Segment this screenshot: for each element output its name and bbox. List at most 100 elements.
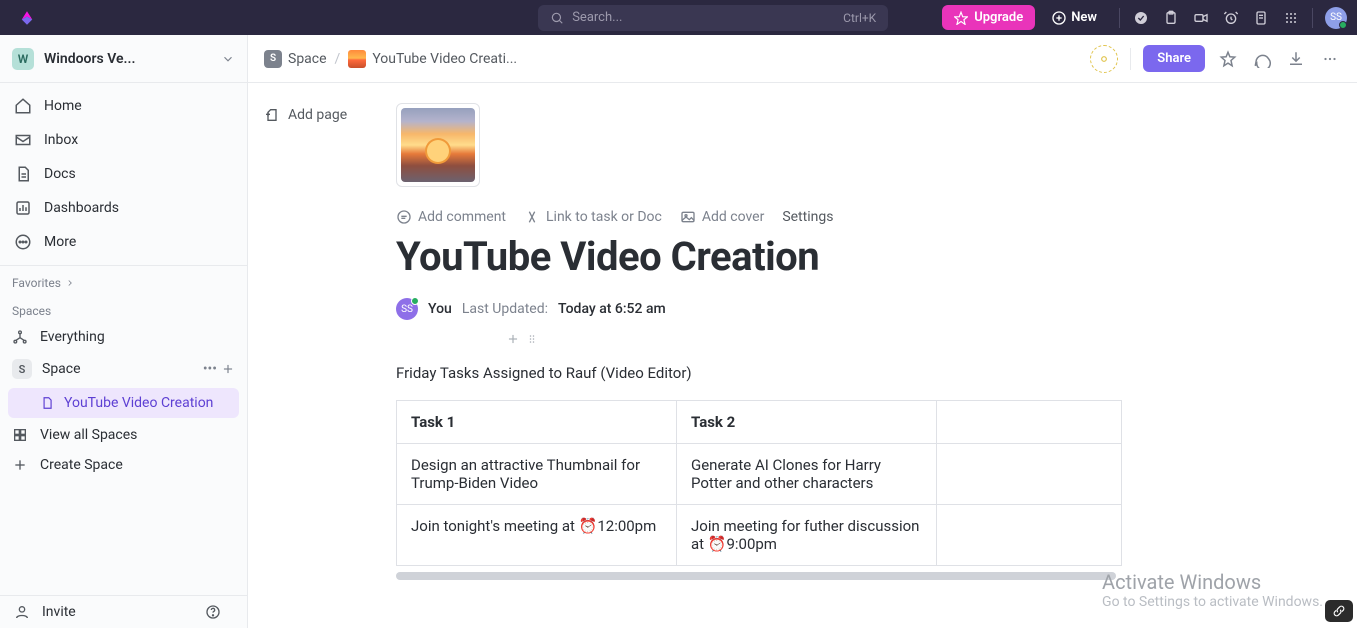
search-icon [550, 11, 564, 25]
nav-inbox[interactable]: Inbox [0, 123, 247, 157]
add-comment-button[interactable]: Add comment [396, 209, 506, 225]
sidebar-item-label: Create Space [40, 457, 235, 473]
table-cell[interactable]: Join meeting for futher discussion at ⏰9… [677, 505, 937, 566]
more-dots-icon[interactable] [1319, 50, 1341, 68]
action-label: Link to task or Doc [546, 209, 662, 225]
nav-home[interactable]: Home [0, 89, 247, 123]
addpage-icon [264, 107, 280, 123]
divider [1312, 8, 1313, 28]
sidebar-item-create-space[interactable]: Create Space [0, 450, 247, 480]
add-block-icon[interactable] [506, 332, 520, 346]
search-shortcut: Ctrl+K [843, 11, 876, 25]
comment-icon[interactable] [1251, 50, 1273, 68]
space-badge: S [264, 50, 282, 68]
drag-handle-icon[interactable] [526, 332, 538, 346]
sidebar-item-space[interactable]: S Space ••• [0, 352, 247, 386]
image-icon [680, 209, 696, 225]
upgrade-label: Upgrade [974, 10, 1023, 25]
breadcrumb-sep: / [335, 51, 341, 67]
nav-dashboards[interactable]: Dashboards [0, 191, 247, 225]
plus-icon [12, 457, 28, 473]
watermark-sub: Go to Settings to activate Windows. [1102, 594, 1323, 610]
divider [1119, 8, 1120, 28]
workspace-badge: W [12, 48, 34, 70]
chevron-down-icon [221, 52, 235, 66]
doc-icon [40, 396, 54, 410]
search-placeholder: Search... [572, 10, 622, 25]
apps-grid-icon[interactable] [1276, 3, 1306, 33]
table-header[interactable]: Task 1 [397, 401, 677, 444]
sidebar-item-view-all-spaces[interactable]: View all Spaces [0, 420, 247, 450]
notepad-icon[interactable] [1246, 3, 1276, 33]
add-cover-button[interactable]: Add cover [680, 209, 764, 225]
user-avatar[interactable]: SS [1325, 7, 1347, 29]
sidebar-item-label: YouTube Video Creation [64, 395, 213, 411]
section-text: Spaces [12, 304, 51, 318]
new-button[interactable]: New [1045, 5, 1103, 31]
table-cell[interactable]: Generate AI Clones for Harry Potter and … [677, 444, 937, 505]
main: S Space / YouTube Video Creati... Share … [248, 35, 1357, 628]
sidebar-item-everything[interactable]: Everything [0, 322, 247, 352]
check-circle-icon[interactable] [1126, 3, 1156, 33]
more-dots-icon[interactable]: ••• [203, 361, 217, 377]
table-cell[interactable]: Join tonight's meeting at ⏰12:00pm [397, 505, 677, 566]
table-cell[interactable] [937, 505, 1122, 566]
horizontal-scrollbar[interactable] [396, 572, 1116, 580]
breadcrumb-doc[interactable]: YouTube Video Creati... [372, 51, 517, 67]
nav-docs[interactable]: Docs [0, 157, 247, 191]
app-logo[interactable] [18, 9, 36, 27]
download-icon[interactable] [1285, 50, 1307, 68]
sidebar-item-label: Everything [40, 329, 235, 345]
grid-icon [12, 427, 28, 443]
breadcrumb-space[interactable]: Space [288, 51, 327, 67]
video-icon[interactable] [1186, 3, 1216, 33]
doc-byline: SS You Last Updated: Today at 6:52 am [396, 298, 1357, 320]
action-label: Settings [782, 209, 833, 225]
share-button[interactable]: Share [1143, 45, 1205, 72]
paragraph-block[interactable]: Friday Tasks Assigned to Rauf (Video Edi… [396, 364, 1357, 382]
last-updated-value: Today at 6:52 am [558, 301, 666, 317]
star-icon[interactable] [1217, 50, 1239, 68]
comment-icon [396, 209, 412, 225]
doc-title[interactable]: YouTube Video Creation [396, 233, 1357, 280]
link-task-button[interactable]: Link to task or Doc [524, 209, 662, 225]
add-icon[interactable] [221, 362, 235, 376]
topbar: Search... Ctrl+K Upgrade New SS [0, 0, 1357, 35]
sidebar-doc-youtube[interactable]: YouTube Video Creation [8, 388, 239, 418]
table-row[interactable]: Join tonight's meeting at ⏰12:00pm Join … [397, 505, 1122, 566]
nav-more[interactable]: More [0, 225, 247, 259]
clipboard-icon[interactable] [1156, 3, 1186, 33]
link-icon [524, 209, 540, 225]
help-icon[interactable] [205, 604, 233, 620]
nav-label: Home [44, 98, 82, 114]
alarm-icon[interactable] [1216, 3, 1246, 33]
table-row[interactable]: Design an attractive Thumbnail for Trump… [397, 444, 1122, 505]
nav-label: Inbox [44, 132, 78, 148]
sunset-icon [348, 50, 366, 68]
invite-button[interactable]: Invite [0, 595, 247, 628]
add-page-button[interactable]: Add page [264, 107, 347, 123]
tasks-table[interactable]: Task 1 Task 2 Design an attractive Thumb… [396, 400, 1122, 566]
nav-label: More [44, 234, 76, 250]
table-cell[interactable]: Design an attractive Thumbnail for Trump… [397, 444, 677, 505]
breadcrumb: S Space / YouTube Video Creati... [264, 50, 517, 68]
person-icon [14, 604, 30, 620]
workspace-switcher[interactable]: W Windoors Ve... [0, 35, 247, 83]
table-header[interactable] [937, 401, 1122, 444]
sidebar-item-label: View all Spaces [40, 427, 235, 443]
spaces-section[interactable]: Spaces [0, 294, 247, 322]
upgrade-button[interactable]: Upgrade [942, 5, 1035, 30]
divider [1130, 48, 1131, 70]
action-label: Add comment [418, 209, 506, 225]
workspace-name: Windoors Ve... [44, 51, 221, 67]
record-icon[interactable] [1090, 45, 1118, 73]
sidebar-item-label: Space [42, 361, 199, 377]
table-header[interactable]: Task 2 [677, 401, 937, 444]
doc-emoji-picker[interactable] [396, 103, 480, 187]
favorites-section[interactable]: Favorites [0, 266, 247, 294]
settings-button[interactable]: Settings [782, 209, 833, 225]
link-chip-icon[interactable] [1325, 600, 1353, 622]
search-input[interactable]: Search... Ctrl+K [538, 5, 888, 31]
table-cell[interactable] [937, 444, 1122, 505]
author-avatar[interactable]: SS [396, 298, 418, 320]
